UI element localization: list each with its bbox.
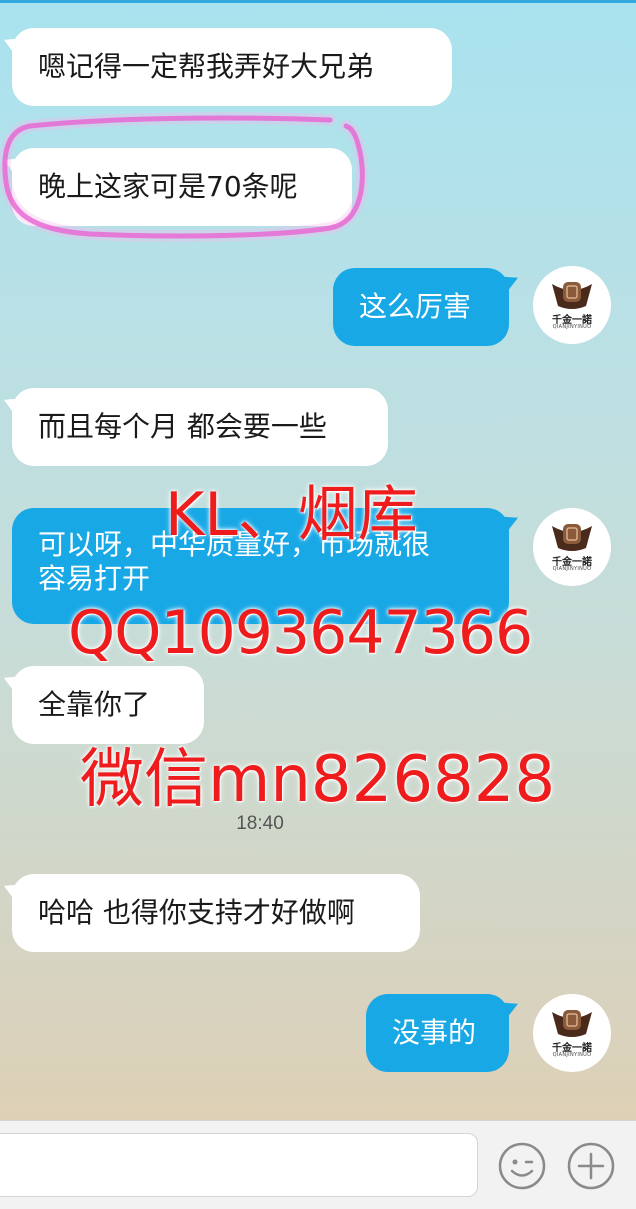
message-text: 这么厉害 [359,290,472,323]
plus-circle-icon[interactable] [566,1141,616,1191]
emoji-face-icon[interactable] [497,1141,547,1191]
message-bubble-incoming[interactable]: 全靠你了 [12,666,204,744]
gold-ingot-logo-icon [552,282,592,309]
message-text: 而且每个月 都会要一些 [38,410,327,443]
avatar-logo-subtitle: QIANJINYINUO [552,566,592,572]
message-timestamp: 18:40 [236,813,284,834]
message-input[interactable] [0,1133,478,1197]
avatar-logo-subtitle: QIANJINYINUO [552,324,592,330]
message-bubble-incoming[interactable]: 而且每个月 都会要一些 [12,388,388,466]
message-text: 没事的 [392,1016,477,1049]
message-text: 全靠你了 [38,688,151,721]
avatar[interactable]: 千金一諾 QIANJINYINUO [533,994,611,1072]
gold-ingot-logo-icon [552,1010,592,1037]
message-bubble-outgoing[interactable]: 没事的 [366,994,509,1072]
message-bubble-outgoing[interactable]: 这么厉害 [333,268,509,346]
avatar-logo-subtitle: QIANJINYINUO [552,1052,592,1058]
message-bubble-incoming[interactable]: 嗯记得一定帮我弄好大兄弟 [12,28,452,106]
gold-ingot-logo-icon [552,524,592,551]
message-input-bar [0,1120,636,1209]
avatar[interactable]: 千金一諾 QIANJINYINUO [533,508,611,586]
avatar[interactable]: 千金一諾 QIANJINYINUO [533,266,611,344]
chat-message-list[interactable]: 嗯记得一定帮我弄好大兄弟 晚上这家可是70条呢 这么厉害 千金一諾 QIANJI… [0,0,636,1120]
message-text: 嗯记得一定帮我弄好大兄弟 [38,50,375,83]
message-bubble-incoming[interactable]: 哈哈 也得你支持才好做啊 [12,874,420,952]
message-bubble-outgoing[interactable]: 可以呀，中华质量好，市场就很 容易打开 [12,508,509,624]
message-text: 哈哈 也得你支持才好做啊 [38,896,355,929]
highlight-circle-annotation [0,112,369,242]
message-text: 可以呀，中华质量好，市场就很 容易打开 [38,528,431,595]
